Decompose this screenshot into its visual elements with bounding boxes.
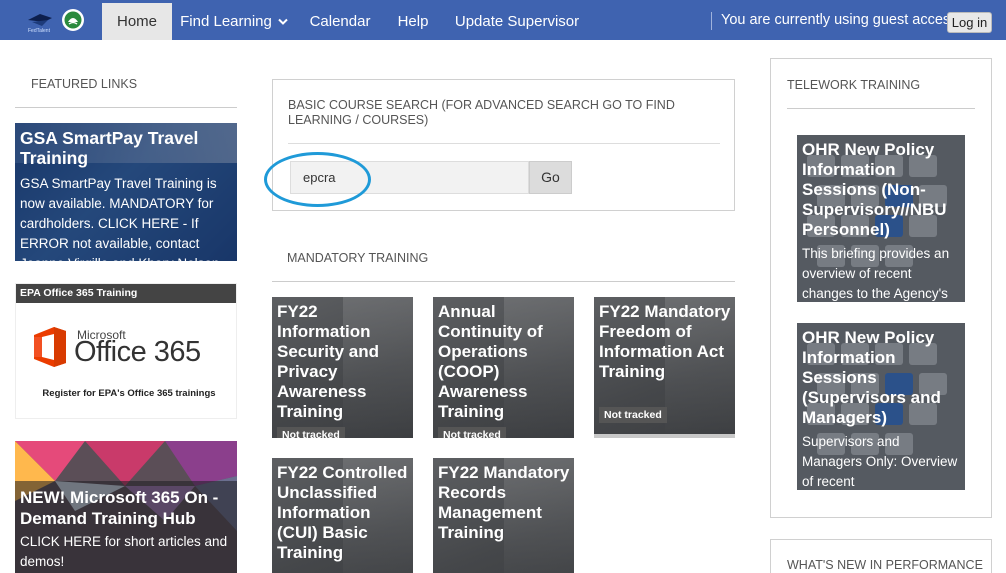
training-tile-title: Annual Continuity of Operations (COOP) A…: [438, 302, 543, 421]
tile-footer-strip: [594, 434, 735, 438]
performance-heading: WHAT'S NEW IN PERFORMANCE: [787, 558, 983, 572]
training-tile-title: FY22 Controlled Unclassified Information…: [277, 463, 408, 562]
svg-text:FedTalent: FedTalent: [28, 28, 51, 34]
search-divider: [288, 143, 720, 144]
featured-card-banner: EPA Office 365 Training: [16, 284, 236, 303]
nav-calendar[interactable]: Calendar: [302, 3, 378, 40]
featured-card-m365-hub[interactable]: NEW! Microsoft 365 On - Demand Training …: [15, 441, 237, 573]
training-tile-title: FY22 Mandatory Freedom of Information Ac…: [599, 302, 731, 381]
featured-card-description: CLICK HERE for short articles and demos!: [20, 534, 228, 569]
go-button[interactable]: Go: [529, 161, 572, 194]
site-logo[interactable]: FedTalent: [22, 6, 92, 34]
featured-card-gsa-smartpay[interactable]: GSA SmartPay Travel Training GSA SmartPa…: [15, 123, 237, 261]
telework-card-title: OHR New Policy Information Sessions (Sup…: [802, 328, 941, 427]
training-tile[interactable]: FY22 Controlled Unclassified Information…: [272, 458, 413, 573]
nav-find-learning[interactable]: Find Learning: [172, 3, 296, 40]
nav-help-label: Help: [397, 13, 429, 30]
nav-divider: [711, 12, 712, 30]
telework-card-description: This briefing provides an overview of re…: [802, 246, 950, 301]
mandatory-training-divider: [272, 281, 735, 282]
nav-home-label: Home: [116, 13, 157, 30]
featured-card-title: NEW! Microsoft 365 On - Demand Training …: [20, 488, 219, 528]
training-tile[interactable]: FY22 Mandatory Records Management Traini…: [433, 458, 574, 573]
login-button[interactable]: Log in: [947, 12, 992, 33]
telework-training-heading: TELEWORK TRAINING: [787, 78, 921, 92]
featured-card-caption: Register for EPA's Office 365 trainings: [42, 388, 216, 399]
tracking-status-badge: Not tracked: [599, 407, 667, 423]
top-navbar: FedTalent Home Find Learning Calendar He…: [0, 0, 1006, 40]
telework-card[interactable]: OHR New Policy Information Sessions (Non…: [797, 135, 965, 302]
featured-links-heading: FEATURED LINKS: [31, 77, 138, 91]
telework-card-title: OHR New Policy Information Sessions (Non…: [802, 140, 947, 239]
training-tile[interactable]: Annual Continuity of Operations (COOP) A…: [433, 297, 574, 438]
training-tile-title: FY22 Mandatory Records Management Traini…: [438, 463, 570, 542]
office365-logo-icon: [34, 327, 66, 367]
nav-help[interactable]: Help: [388, 3, 438, 40]
nav-find-learning-label: Find Learning: [180, 13, 272, 30]
telework-training-divider: [787, 108, 975, 109]
featured-card-office365[interactable]: EPA Office 365 Training Microsoft Office…: [15, 283, 237, 419]
nav-home[interactable]: Home: [102, 3, 172, 40]
training-tile[interactable]: FY22 Mandatory Freedom of Information Ac…: [594, 297, 735, 438]
featured-card-title: GSA SmartPay Travel Training: [20, 128, 199, 168]
tracking-status-badge: Not tracked: [438, 427, 506, 438]
nav-calendar-label: Calendar: [309, 13, 371, 30]
telework-card[interactable]: OHR New Policy Information Sessions (Sup…: [797, 323, 965, 490]
office365-wordmark: Office 365: [74, 336, 201, 368]
highlight-circle: [264, 152, 371, 207]
featured-links-divider: [15, 107, 237, 108]
tracking-status-badge: Not tracked: [277, 427, 345, 438]
telework-card-description: Supervisors and Managers Only: Overview …: [802, 434, 958, 489]
training-tile-title: FY22 Information Security and Privacy Aw…: [277, 302, 380, 421]
nav-update-supervisor-label: Update Supervisor: [454, 13, 580, 30]
search-heading: BASIC COURSE SEARCH (FOR ADVANCED SEARCH…: [288, 98, 675, 127]
chevron-down-icon: [278, 18, 288, 25]
featured-card-description: GSA SmartPay Travel Training is now avai…: [20, 176, 219, 261]
training-tile[interactable]: FY22 Information Security and Privacy Aw…: [272, 297, 413, 438]
mandatory-training-heading: MANDATORY TRAINING: [287, 251, 429, 265]
nav-update-supervisor[interactable]: Update Supervisor: [450, 3, 584, 40]
guest-access-text: You are currently using guest access: [721, 12, 958, 28]
